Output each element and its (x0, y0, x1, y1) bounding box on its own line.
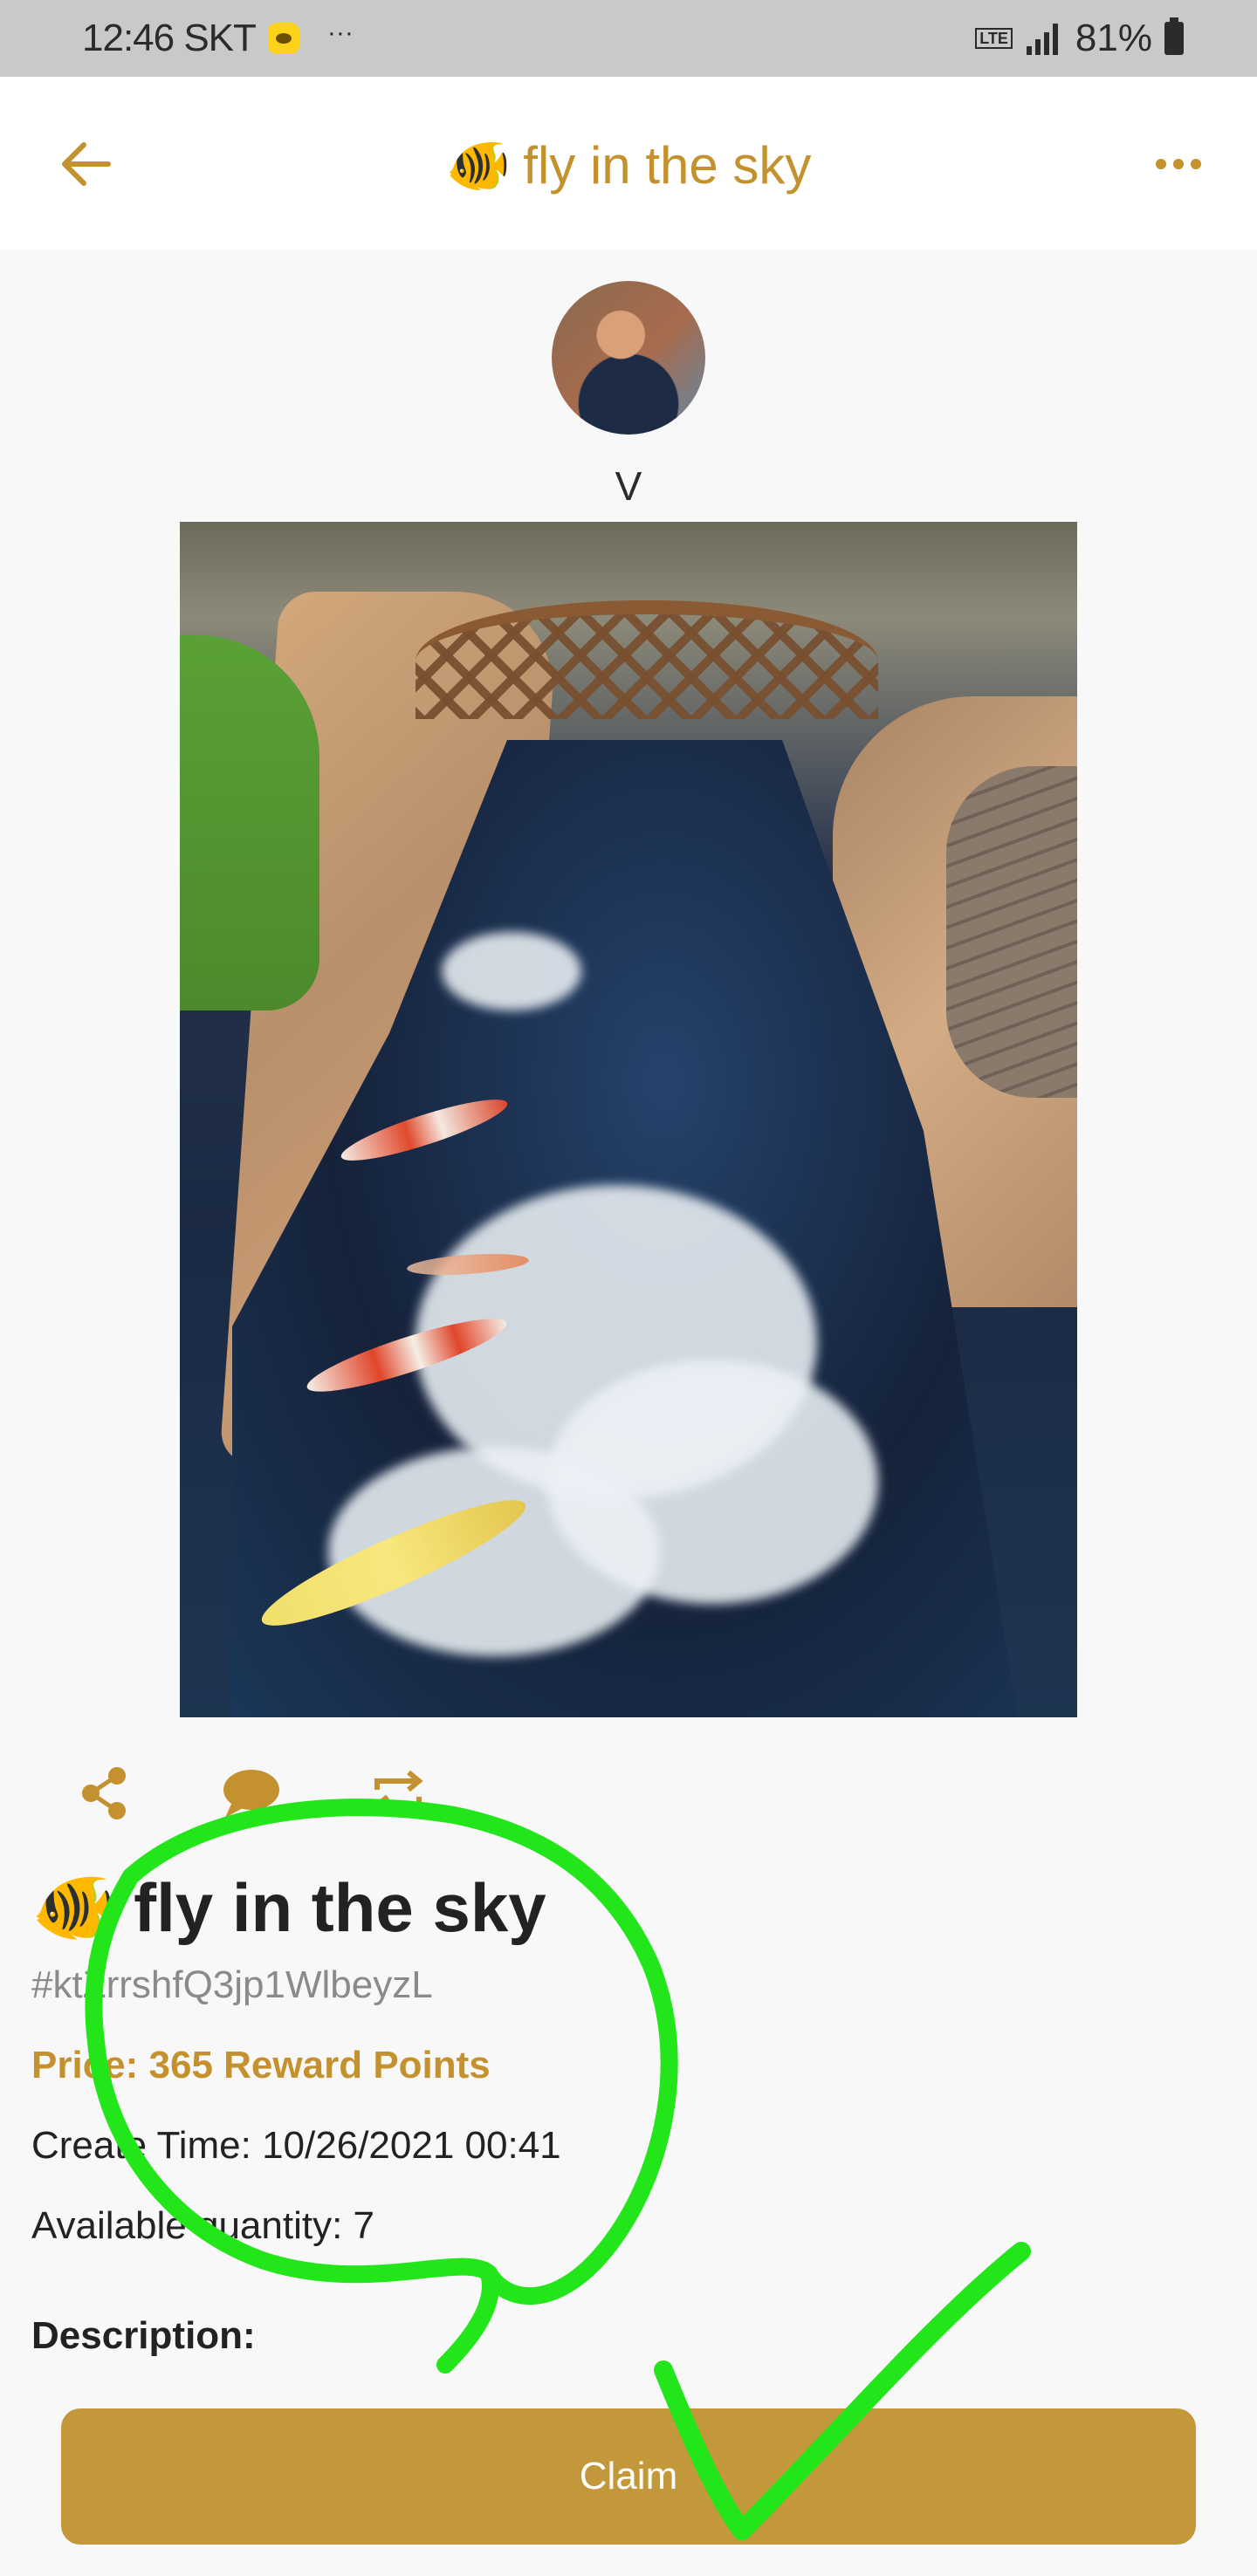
share-icon (82, 1767, 126, 1819)
item-price: Price: 365 Reward Points (31, 2044, 491, 2086)
status-time: 12:46 SKT (82, 17, 257, 59)
share-button[interactable] (75, 1764, 134, 1823)
item-title-text: fly in the sky (134, 1868, 546, 1946)
more-horizontal-icon (1156, 159, 1166, 169)
status-left: 12:46 SKT ··· (82, 14, 354, 63)
action-bar (75, 1763, 428, 1824)
item-title: 🐠 fly in the sky (31, 1864, 546, 1951)
kakaotalk-icon (267, 23, 299, 54)
signal-icon (1026, 24, 1058, 55)
status-right: LTE 81% (975, 14, 1184, 63)
author-name[interactable]: V (0, 462, 1257, 510)
status-bar: 12:46 SKT ··· LTE 81% (0, 0, 1257, 77)
comment-icon (223, 1770, 279, 1818)
page-title: 🐠 fly in the sky (0, 126, 1257, 204)
battery-percent: 81% (1075, 17, 1152, 59)
item-create-time: Create Time: 10/26/2021 00:41 (31, 2124, 561, 2167)
page-title-text: fly in the sky (523, 135, 812, 195)
claim-button[interactable]: Claim (61, 2408, 1196, 2545)
description-label: Description: (31, 2314, 256, 2357)
more-options-button[interactable] (1144, 138, 1213, 190)
fish-icon: 🐠 (445, 134, 512, 196)
repost-button[interactable] (368, 1764, 428, 1823)
fish-icon: 🐠 (31, 1867, 117, 1947)
annotation-tail (436, 2264, 499, 2374)
item-photo[interactable] (180, 522, 1077, 1717)
battery-icon (1164, 17, 1184, 55)
status-overflow: ··· (326, 18, 354, 47)
comment-button[interactable] (222, 1764, 281, 1823)
lte-icon: LTE (975, 28, 1013, 49)
item-id: #ktZrrshfQ3jp1WlbeyzL (31, 1963, 433, 2006)
repost-icon (373, 1770, 423, 1817)
app-header: 🐠 fly in the sky (0, 77, 1257, 250)
item-available-quantity: Available quantity: 7 (31, 2204, 375, 2247)
avatar[interactable] (552, 281, 705, 435)
